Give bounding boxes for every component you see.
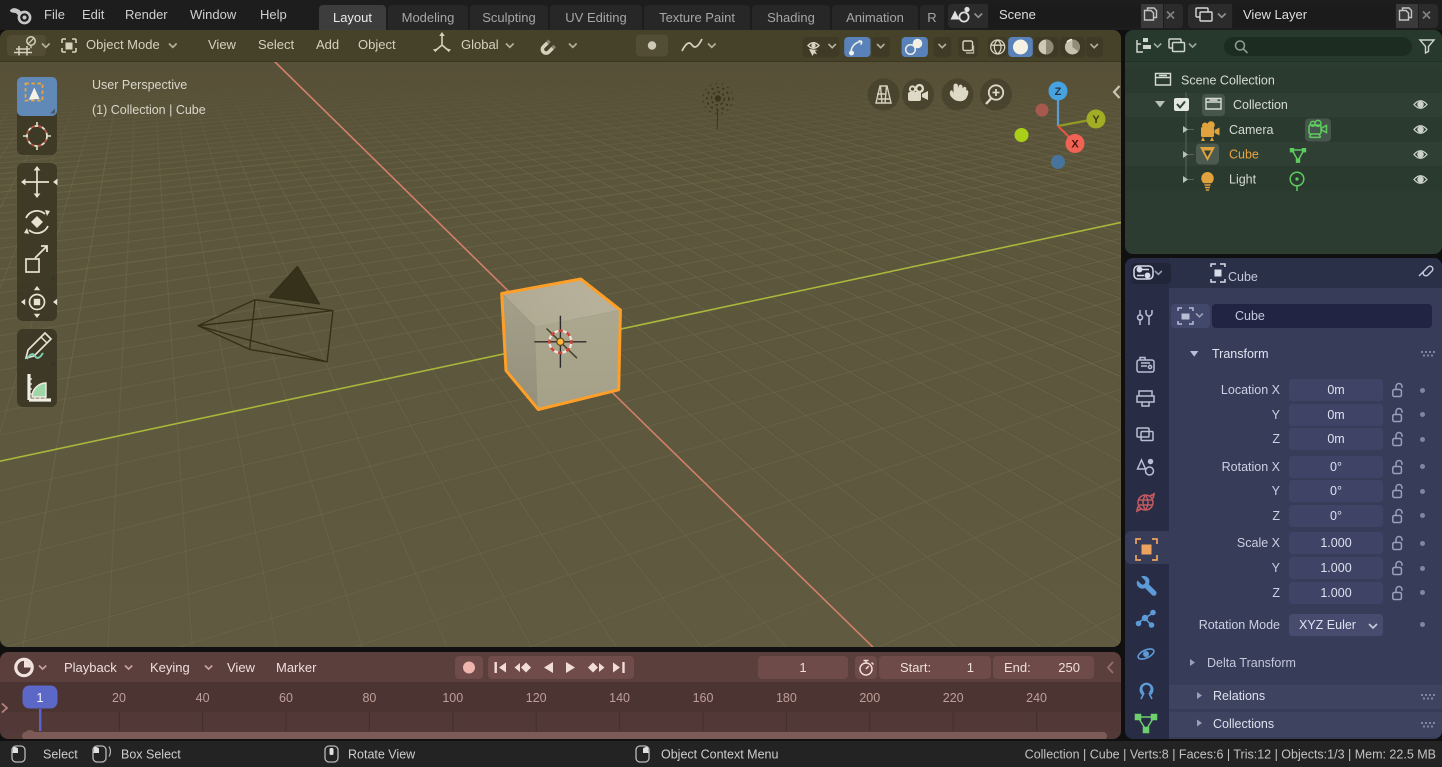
svg-text:Rotate View: Rotate View <box>348 748 416 762</box>
svg-text:120: 120 <box>526 691 547 705</box>
svg-text:Z: Z <box>1055 86 1062 98</box>
svg-text:Playback: Playback <box>64 660 117 675</box>
svg-text:220: 220 <box>943 691 964 705</box>
svg-text:40: 40 <box>196 691 210 705</box>
svg-text:Keying: Keying <box>150 660 190 675</box>
svg-text:1: 1 <box>799 660 806 675</box>
svg-text:Y: Y <box>1092 114 1100 126</box>
svg-text:100: 100 <box>442 691 463 705</box>
svg-text:X: X <box>1071 139 1079 151</box>
svg-text:80: 80 <box>362 691 376 705</box>
svg-text:140: 140 <box>609 691 630 705</box>
svg-text:60: 60 <box>279 691 293 705</box>
svg-text:Collection | Cube | Verts:8 |: Collection | Cube | Verts:8 | Faces:6 | … <box>1025 748 1436 762</box>
svg-text:Box Select: Box Select <box>121 748 181 762</box>
svg-text:20: 20 <box>112 691 126 705</box>
svg-text:Cube: Cube <box>1229 148 1259 162</box>
svg-text:Light: Light <box>1229 173 1257 187</box>
svg-text:200: 200 <box>859 691 880 705</box>
svg-text:User Perspective: User Perspective <box>92 78 187 92</box>
svg-text:Camera: Camera <box>1229 123 1274 137</box>
svg-text:1: 1 <box>967 660 974 675</box>
svg-text:160: 160 <box>693 691 714 705</box>
svg-text:1: 1 <box>36 690 43 705</box>
svg-text:(1) Collection | Cube: (1) Collection | Cube <box>92 103 206 117</box>
svg-text:Collection: Collection <box>1233 98 1288 112</box>
svg-text:Object Context Menu: Object Context Menu <box>661 748 778 762</box>
svg-text:Select: Select <box>43 748 78 762</box>
svg-text:View: View <box>227 660 256 675</box>
svg-text:240: 240 <box>1026 691 1047 705</box>
svg-text:180: 180 <box>776 691 797 705</box>
svg-text:Start:: Start: <box>900 660 931 675</box>
svg-text:Scene Collection: Scene Collection <box>1181 74 1275 88</box>
svg-text:End:: End: <box>1004 660 1031 675</box>
svg-text:250: 250 <box>1058 660 1080 675</box>
svg-text:Marker: Marker <box>276 660 317 675</box>
